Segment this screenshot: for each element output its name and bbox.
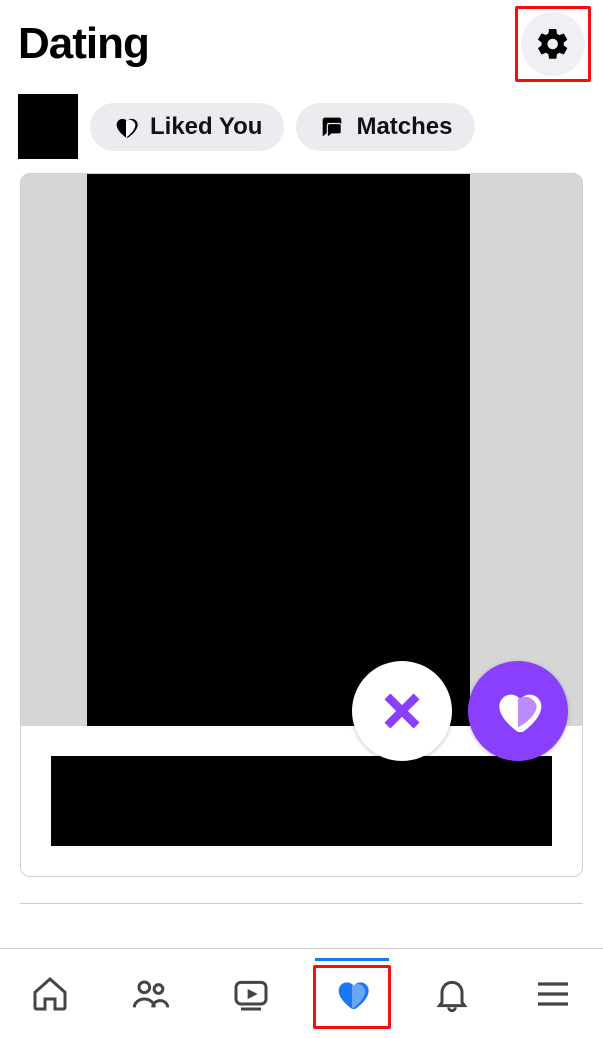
x-icon (377, 686, 427, 736)
section-divider (20, 903, 583, 904)
liked-you-chip[interactable]: Liked You (90, 103, 284, 151)
reject-button[interactable] (352, 661, 452, 761)
profile-photo-redacted (87, 174, 470, 742)
chip-row: Liked You Matches (0, 76, 603, 173)
watch-icon (231, 974, 271, 1014)
chat-bubbles-icon (318, 113, 346, 141)
heart-outline-icon (112, 113, 140, 141)
bottom-tab-bar (0, 948, 603, 1038)
like-button[interactable] (468, 661, 568, 761)
heart-icon (490, 683, 546, 739)
gear-icon (535, 26, 571, 62)
profile-name-redacted (51, 756, 552, 846)
hamburger-icon (533, 974, 573, 1014)
page-title: Dating (18, 19, 149, 69)
tab-friends[interactable] (106, 959, 196, 1029)
liked-you-label: Liked You (150, 113, 262, 141)
dating-screen: Dating Liked You Matches (0, 0, 603, 1038)
bell-icon (432, 974, 472, 1014)
tab-dating[interactable] (307, 959, 397, 1029)
tab-watch[interactable] (206, 959, 296, 1029)
tab-home[interactable] (5, 959, 95, 1029)
friends-icon (131, 974, 171, 1014)
active-tab-indicator (315, 958, 389, 961)
profile-card[interactable] (20, 173, 583, 877)
profile-avatar[interactable] (18, 94, 78, 159)
tab-menu[interactable] (508, 959, 598, 1029)
tab-notifications[interactable] (407, 959, 497, 1029)
dating-heart-icon (332, 974, 372, 1014)
card-area (0, 173, 603, 877)
settings-button[interactable] (521, 12, 585, 76)
home-icon (30, 974, 70, 1014)
settings-wrap (521, 12, 585, 76)
matches-label: Matches (356, 113, 452, 141)
header: Dating (0, 0, 603, 76)
matches-chip[interactable]: Matches (296, 103, 474, 151)
